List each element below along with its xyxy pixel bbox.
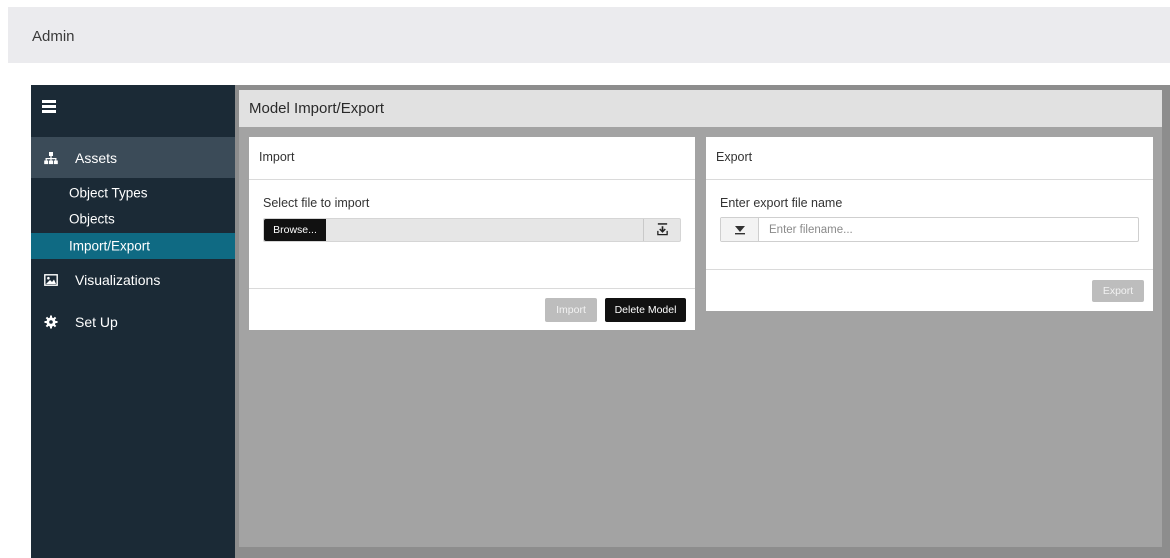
export-panel-title: Export: [716, 150, 753, 164]
export-input-group: [720, 217, 1139, 242]
export-filename-input[interactable]: [760, 218, 1138, 241]
sidebar-item-label: Set Up: [75, 314, 118, 330]
top-bar: Admin: [8, 7, 1170, 63]
sidebar-item-visualizations[interactable]: Visualizations: [31, 262, 235, 298]
browse-button[interactable]: Browse...: [264, 219, 326, 241]
sidebar-item-label: Assets: [75, 149, 118, 166]
app-title: Admin: [32, 28, 75, 45]
sitemap-icon: [44, 151, 58, 164]
file-upload-button[interactable]: [643, 219, 680, 241]
sidebar-subitem-label: Objects: [69, 211, 115, 227]
sidebar-item-setup[interactable]: Set Up: [31, 303, 235, 341]
panel-divider: [706, 269, 1153, 270]
export-button[interactable]: Export: [1092, 280, 1144, 302]
sidebar-item-assets[interactable]: Assets: [31, 137, 235, 178]
sidebar-subitem-object-types[interactable]: Object Types: [31, 180, 235, 206]
page-title: Model Import/Export: [249, 100, 385, 117]
import-field-label: Select file to import: [263, 196, 370, 210]
download-icon: [735, 226, 745, 235]
sidebar-subitem-import-export[interactable]: Import/Export: [31, 233, 235, 259]
export-field-label: Enter export file name: [720, 196, 843, 210]
import-panel-header: Import: [249, 137, 695, 180]
menu-toggle-icon[interactable]: [42, 100, 56, 113]
sidebar-subitem-objects[interactable]: Objects: [31, 206, 235, 232]
sidebar-subitem-label: Import/Export: [69, 238, 151, 254]
sidebar: Assets Object Types Objects Import/Expor…: [31, 85, 235, 558]
admin-page: Admin Assets Object Types Objects Import…: [0, 0, 1170, 558]
content-header: Model Import/Export: [239, 90, 1162, 127]
import-panel-title: Import: [259, 150, 295, 164]
export-panel-header: Export: [706, 137, 1153, 180]
upload-icon: [657, 223, 668, 236]
file-picker: Browse...: [263, 218, 681, 242]
delete-model-button[interactable]: Delete Model: [605, 298, 686, 322]
download-addon: [721, 218, 759, 241]
gear-icon: [44, 315, 58, 329]
panel-divider: [249, 288, 695, 289]
image-icon: [44, 274, 58, 286]
file-name-display[interactable]: [326, 219, 644, 241]
sidebar-subitem-label: Object Types: [69, 185, 148, 201]
import-button[interactable]: Import: [545, 298, 597, 322]
main-content: Model Import/Export Import Select file t…: [239, 90, 1162, 547]
sidebar-item-label: Visualizations: [75, 272, 161, 288]
export-panel: Export Enter export file name Export: [706, 137, 1153, 311]
import-panel: Import Select file to import Browse... I…: [249, 137, 695, 330]
